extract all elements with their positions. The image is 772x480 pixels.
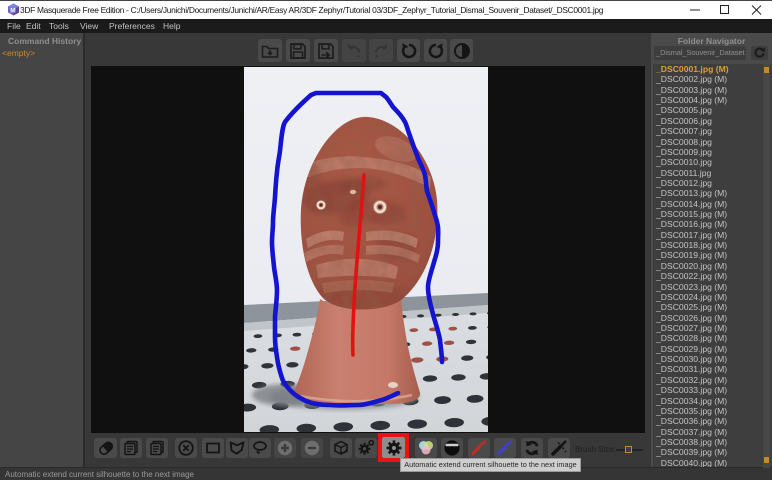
svg-text:M: M xyxy=(10,7,15,14)
